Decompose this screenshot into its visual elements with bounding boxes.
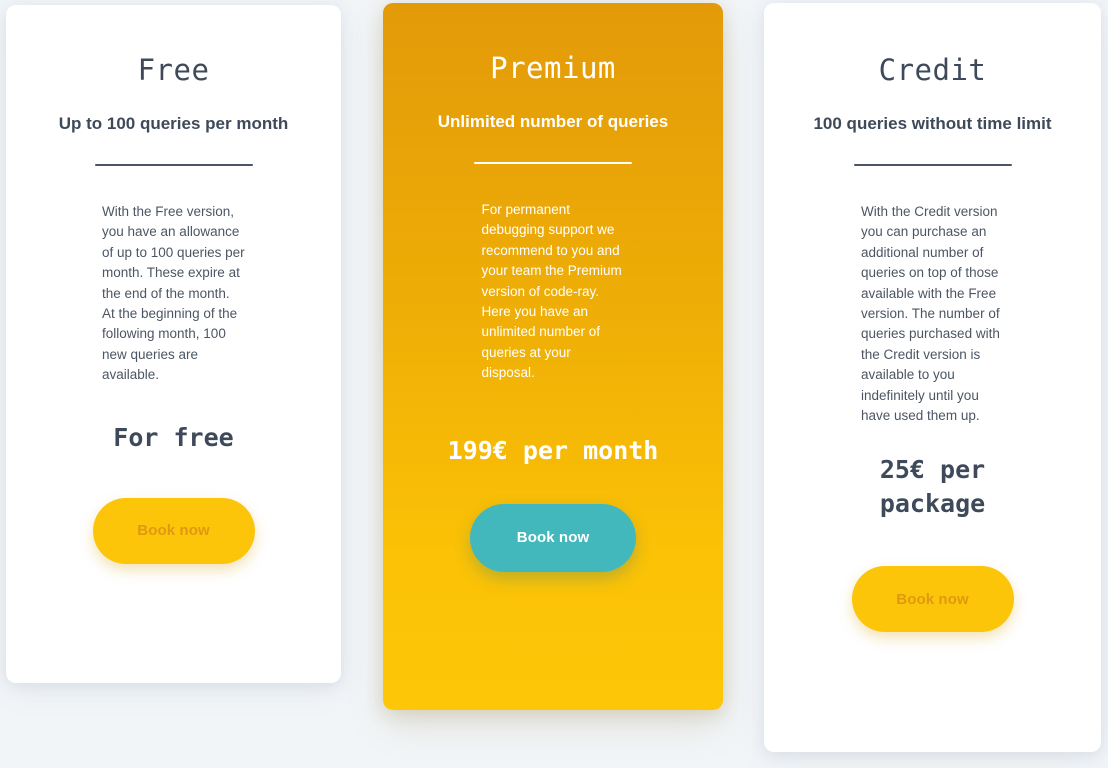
book-now-button-free[interactable]: Book now [92,497,255,564]
plan-description-free: With the Free version, you have an allow… [102,204,245,383]
plan-title-credit: Credit [878,53,987,87]
pricing-plans-container: Free Up to 100 queries per month With th… [0,0,1108,768]
plan-price-credit: 25€ per package [879,455,986,519]
plan-subtitle-credit: 100 queries without time limit [813,114,1052,133]
plan-title-free: Free [137,53,210,87]
plan-subtitle-premium: Unlimited number of queries [437,112,669,131]
plan-description-wrap-premium: For permanent debugging support we recom… [383,164,723,384]
plan-description-wrap-free: With the Free version, you have an allow… [6,166,341,386]
pricing-card-free[interactable]: Free Up to 100 queries per month With th… [6,5,341,683]
pricing-card-credit[interactable]: Credit 100 queries without time limit Wi… [764,3,1101,752]
plan-title-premium: Premium [490,51,616,85]
plan-description-premium: For permanent debugging support we recom… [481,202,622,381]
plan-description-credit: With the Credit version you can purchase… [861,204,1000,424]
book-now-button-premium[interactable]: Book now [470,503,636,572]
plan-price-free: For free [113,422,234,452]
plan-description-wrap-credit: With the Credit version you can purchase… [764,166,1101,426]
book-now-button-credit[interactable]: Book now [851,566,1014,633]
pricing-card-premium[interactable]: Premium Unlimited number of queries For … [383,3,723,710]
plan-subtitle-free: Up to 100 queries per month [58,114,289,133]
plan-price-premium: 199€ per month [447,435,659,465]
